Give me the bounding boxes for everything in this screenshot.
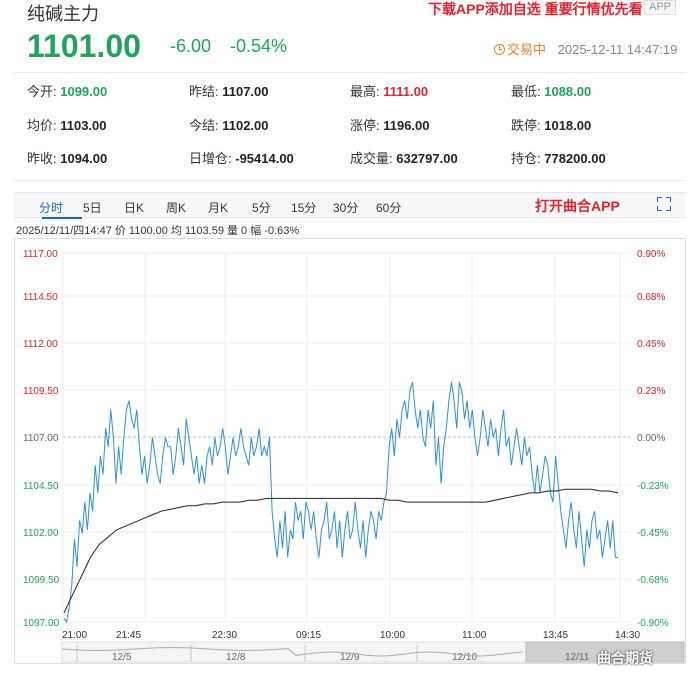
y-left-tick-label: 1099.50	[23, 575, 60, 586]
x-tick-label: 21:00	[62, 630, 87, 641]
navigator-date-label: 12/8	[226, 652, 246, 663]
x-tick-label: 21:45	[116, 630, 141, 641]
y-right-tick-label: 0.45%	[637, 339, 665, 350]
y-left-tick-label: 1107.00	[23, 433, 59, 444]
x-tick-label: 22:30	[212, 630, 237, 641]
y-left-tick-label: 1112.00	[23, 339, 58, 350]
y-right-tick-label: -0.90%	[637, 618, 669, 629]
average-price-line	[63, 488, 619, 614]
x-tick-label: 14:30	[615, 630, 640, 641]
x-tick-label: 09:15	[296, 630, 321, 641]
y-left-tick-label: 1104.50	[23, 481, 59, 492]
divider	[14, 180, 686, 181]
navigator-date-label: 12/5	[112, 652, 132, 663]
y-right-tick-label: 0.90%	[637, 249, 665, 260]
y-left-tick-label: 1117.00	[23, 249, 58, 260]
navigator-date-label: 12/11	[565, 652, 590, 663]
price-line	[63, 381, 618, 624]
y-right-tick-label: -0.68%	[637, 575, 669, 586]
y-right-tick-label: 0.00%	[637, 433, 665, 444]
weibo-watermark: 曲合期货	[597, 650, 653, 666]
y-left-tick-label: 1109.50	[23, 386, 59, 397]
y-right-tick-label: -0.45%	[637, 528, 669, 539]
y-left-tick-label: 1114.50	[23, 292, 58, 303]
y-right-tick-label: 0.23%	[637, 386, 665, 397]
x-tick-label: 13:45	[543, 630, 568, 641]
y-right-tick-label: 0.68%	[637, 292, 665, 303]
y-right-tick-label: -0.23%	[637, 481, 669, 492]
x-tick-label: 10:00	[380, 630, 405, 641]
navigator-date-label: 12/10	[452, 652, 477, 663]
y-left-tick-label: 1102.00	[23, 528, 59, 539]
x-tick-label: 11:00	[462, 630, 487, 641]
intraday-chart[interactable]: 1117.00 0.90% 1114.50 0.68% 1112.00 0.45% 1109…	[0, 0, 700, 673]
y-left-tick-label: 1097.00	[23, 618, 60, 629]
